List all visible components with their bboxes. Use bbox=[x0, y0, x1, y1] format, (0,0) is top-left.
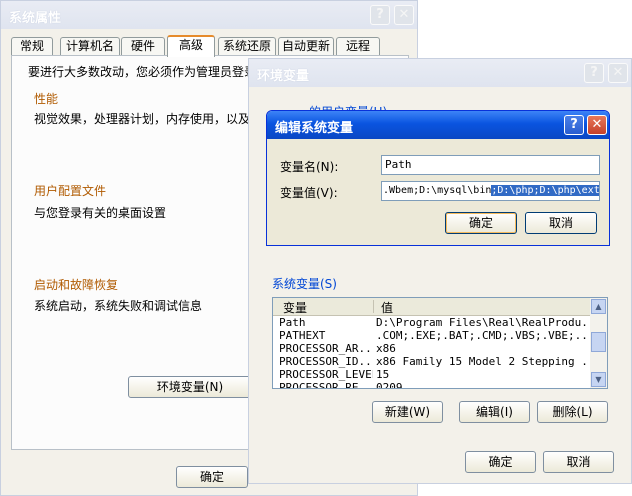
user-profile-group-title: 用户配置文件 bbox=[34, 184, 107, 198]
table-row[interactable]: PROCESSOR_RE... 0209 bbox=[273, 381, 591, 389]
new-variable-button[interactable]: 新建(W) bbox=[372, 401, 443, 423]
table-row[interactable]: PROCESSOR_AR... x86 bbox=[273, 342, 591, 355]
variable-value: D:\Program Files\Real\RealProdu... bbox=[376, 316, 591, 329]
variable-value: 0209 bbox=[376, 381, 403, 389]
edit-system-variable-dialog: 编辑系统变量 ? ✕ 变量名(N): Path 变量值(V): .Wbem;D:… bbox=[266, 110, 610, 246]
ok-button[interactable]: 确定 bbox=[176, 466, 248, 488]
window-title: 系统属性 bbox=[9, 11, 62, 26]
help-button[interactable]: ? bbox=[564, 115, 584, 135]
help-button[interactable]: ? bbox=[584, 63, 604, 83]
close-button[interactable]: ✕ bbox=[587, 115, 607, 135]
cancel-button[interactable]: 取消 bbox=[543, 451, 614, 473]
performance-desc: 视觉效果，处理器计划，内存使用，以及 bbox=[34, 112, 251, 126]
variables-table: Path D:\Program Files\Real\RealProdu... … bbox=[273, 316, 591, 389]
variable-name: PROCESSOR_RE... bbox=[279, 381, 373, 389]
startup-recovery-desc: 系统启动，系统失败和调试信息 bbox=[34, 299, 203, 313]
list-scrollbar[interactable]: ▲ ▼ bbox=[590, 298, 607, 388]
scroll-up-button[interactable]: ▲ bbox=[591, 299, 606, 314]
cancel-button[interactable]: 取消 bbox=[525, 212, 597, 234]
variable-value: x86 Family 15 Model 2 Stepping ... bbox=[376, 355, 591, 368]
system-variables-list[interactable]: 变量 值 Path D:\Program Files\Real\RealProd… bbox=[272, 297, 608, 389]
admin-note: 要进行大多数改动，您必须作为管理员登录 bbox=[28, 65, 257, 79]
variable-value-text: .Wbem;D:\mysql\bin bbox=[383, 185, 492, 196]
chevron-down-icon: ▼ bbox=[595, 375, 602, 384]
column-header-value[interactable]: 值 bbox=[381, 299, 393, 316]
close-button[interactable]: ✕ bbox=[394, 5, 414, 25]
window-title: 环境变量 bbox=[257, 69, 310, 84]
close-button[interactable]: ✕ bbox=[608, 63, 628, 83]
list-header: 变量 值 bbox=[273, 298, 591, 316]
variable-name: PROCESSOR_LEVEL bbox=[279, 368, 373, 381]
startup-recovery-group-title: 启动和故障恢复 bbox=[34, 278, 119, 292]
chevron-up-icon: ▲ bbox=[595, 302, 602, 311]
tab-advanced[interactable]: 高级 bbox=[167, 35, 215, 57]
user-profile-desc: 与您登录有关的桌面设置 bbox=[34, 206, 167, 220]
variable-name: PROCESSOR_AR... bbox=[279, 342, 373, 355]
variable-value: 15 bbox=[376, 368, 390, 381]
variable-value: x86 bbox=[376, 342, 396, 355]
variable-name: PROCESSOR_ID... bbox=[279, 355, 373, 368]
tab-remote[interactable]: 远程 bbox=[336, 37, 380, 55]
variable-value-label: 变量值(V): bbox=[280, 186, 338, 200]
table-row[interactable]: PATHEXT .COM;.EXE;.BAT;.CMD;.VBS;.VBE;..… bbox=[273, 329, 591, 342]
ok-button[interactable]: 确定 bbox=[445, 212, 517, 234]
variable-name: PATHEXT bbox=[279, 329, 326, 342]
tab-general[interactable]: 常规 bbox=[11, 37, 53, 55]
column-header-variable[interactable]: 变量 bbox=[283, 299, 307, 316]
scroll-down-button[interactable]: ▼ bbox=[591, 372, 606, 387]
variable-value-selection: ;D:\php;D:\php\ext bbox=[491, 185, 600, 196]
edit-variable-button[interactable]: 编辑(I) bbox=[459, 401, 530, 423]
environment-variables-button[interactable]: 环境变量(N) bbox=[128, 376, 252, 398]
variable-name-value: Path bbox=[385, 158, 412, 171]
system-variables-label: 系统变量(S) bbox=[272, 277, 337, 291]
ok-button[interactable]: 确定 bbox=[465, 451, 536, 473]
window-title: 编辑系统变量 bbox=[275, 121, 354, 136]
title-bar[interactable]: 系统属性 ? ✕ bbox=[1, 1, 417, 29]
variable-name-input[interactable]: Path bbox=[381, 155, 600, 175]
table-row[interactable]: PROCESSOR_LEVEL 15 bbox=[273, 368, 591, 381]
delete-variable-button[interactable]: 删除(L) bbox=[537, 401, 608, 423]
table-row[interactable]: Path D:\Program Files\Real\RealProdu... bbox=[273, 316, 591, 329]
variable-value-input[interactable]: .Wbem;D:\mysql\bin;D:\php;D:\php\ext bbox=[381, 181, 600, 201]
variable-name: Path bbox=[279, 316, 306, 329]
column-divider bbox=[373, 300, 374, 313]
variable-name-label: 变量名(N): bbox=[280, 160, 339, 174]
title-bar[interactable]: 编辑系统变量 ? ✕ bbox=[267, 111, 609, 139]
title-bar[interactable]: 环境变量 ? ✕ bbox=[249, 59, 631, 87]
tab-automatic-updates[interactable]: 自动更新 bbox=[278, 37, 334, 55]
performance-group-title: 性能 bbox=[34, 92, 59, 106]
scroll-thumb[interactable] bbox=[591, 332, 606, 352]
tab-computer-name[interactable]: 计算机名 bbox=[60, 37, 120, 55]
table-row[interactable]: PROCESSOR_ID... x86 Family 15 Model 2 St… bbox=[273, 355, 591, 368]
variable-value: .COM;.EXE;.BAT;.CMD;.VBS;.VBE;.... bbox=[376, 329, 591, 342]
help-button[interactable]: ? bbox=[370, 5, 390, 25]
tab-system-restore[interactable]: 系统还原 bbox=[218, 37, 276, 55]
tab-hardware[interactable]: 硬件 bbox=[121, 37, 165, 55]
